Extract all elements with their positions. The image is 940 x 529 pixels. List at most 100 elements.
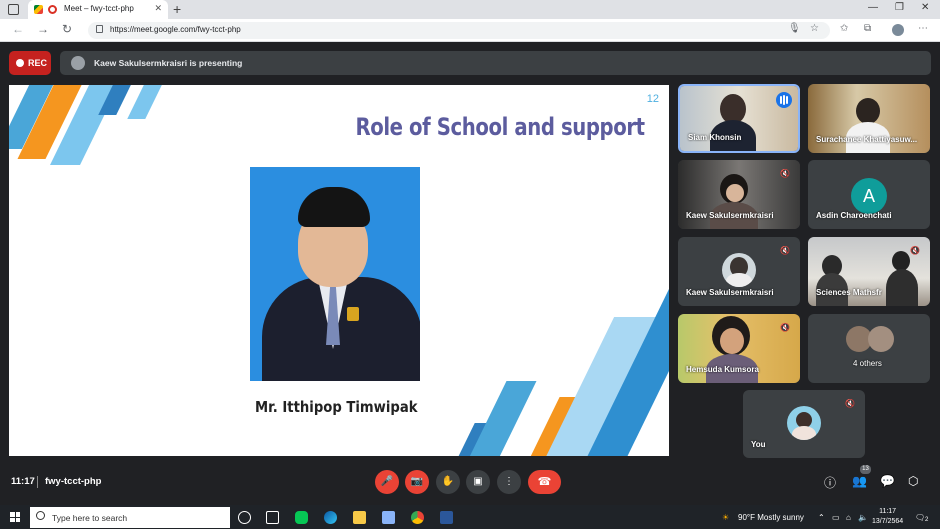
participant-name: Kaew Sakulsermkraisri — [686, 211, 774, 220]
collections-icon[interactable]: ⧉ — [864, 23, 871, 34]
task-view-icon[interactable] — [266, 511, 279, 524]
others-count: 4 others — [853, 359, 882, 368]
slide-title: Role of School and support — [355, 113, 646, 141]
participant-initial-avatar: A — [851, 178, 887, 214]
line-app-icon[interactable] — [295, 511, 308, 524]
muted-mic-icon: 🔇 — [780, 169, 790, 178]
participant-name: Sciences Mathsfr — [816, 288, 882, 297]
clock-date: 13/7/2564 — [872, 518, 904, 525]
weather-icon[interactable]: ☀ — [722, 513, 729, 522]
network-icon[interactable]: ⌂ — [846, 513, 851, 522]
people-count-badge: 13 — [860, 465, 871, 474]
meeting-time: 11:17 — [11, 476, 35, 487]
word-icon[interactable] — [440, 511, 453, 524]
notifications-icon[interactable]: 🗨 — [915, 513, 925, 522]
chrome-icon[interactable] — [411, 511, 424, 524]
window-menu-icon[interactable] — [8, 4, 19, 15]
participant-name: Asdin Charoenchati — [816, 211, 892, 220]
weather-text[interactable]: 90°F Mostly sunny — [738, 513, 804, 522]
more-options-button[interactable]: ⋮ — [497, 470, 521, 494]
address-bar[interactable]: https://meet.google.com/fwy-tcct-php 🎙 ☆ — [88, 22, 830, 39]
others-tile[interactable]: 4 others — [808, 314, 930, 383]
presenting-banner: Kaew Sakulsermkraisri is presenting — [60, 51, 931, 75]
rec-dot-icon — [16, 59, 24, 67]
divider — [37, 476, 38, 488]
reload-icon[interactable]: ↻ — [62, 22, 72, 36]
participant-name: Hemsuda Kumsora — [686, 365, 759, 374]
browser-tab[interactable]: Meet – fwy-tcct-php ✕ — [28, 0, 168, 19]
participant-name: You — [751, 440, 766, 449]
decor-stripe — [127, 85, 165, 119]
decor-stripe — [467, 381, 537, 456]
search-placeholder: Type here to search — [52, 513, 128, 523]
camera-off-button[interactable]: 📷 — [405, 470, 429, 494]
file-explorer-icon[interactable] — [353, 511, 366, 524]
participant-name: Siam Khonsin — [688, 133, 742, 142]
recording-badge[interactable]: REC — [9, 51, 51, 75]
muted-mic-icon: 🔇 — [910, 246, 920, 255]
mic-off-button[interactable]: 🎤 — [375, 470, 399, 494]
cortana-icon[interactable] — [238, 511, 251, 524]
participant-avatar — [722, 253, 756, 287]
meeting-details-icon[interactable]: ⓘ — [824, 474, 836, 491]
more-menu-icon[interactable]: ⋯ — [918, 23, 928, 34]
edge-icon[interactable] — [324, 511, 337, 524]
tab-title: Meet – fwy-tcct-php — [64, 4, 134, 13]
meet-favicon-icon — [34, 5, 43, 14]
app-icon[interactable] — [382, 511, 395, 524]
mic-indicator-icon[interactable]: 🎙 — [788, 23, 801, 34]
participant-name: Kaew Sakulsermkraisri — [686, 288, 774, 297]
participant-tile[interactable]: Surachanee Khattiyasuw... — [808, 84, 930, 153]
slide-number: 12 — [646, 93, 659, 105]
new-tab-icon[interactable]: + — [173, 1, 181, 17]
window-close-icon[interactable]: ✕ — [921, 2, 929, 13]
recording-icon — [48, 5, 57, 14]
browser-toolbar: ← → ↻ https://meet.google.com/fwy-tcct-p… — [0, 19, 940, 42]
participant-tile[interactable]: 🔇 Sciences Mathsfr — [808, 237, 930, 306]
lock-icon — [96, 25, 103, 33]
activities-icon[interactable]: ⬡ — [908, 474, 918, 488]
volume-icon[interactable]: 🔈 — [858, 513, 868, 522]
tray-app-icon[interactable]: ▭ — [832, 513, 840, 522]
presenting-text: Kaew Sakulsermkraisri is presenting — [94, 58, 243, 68]
leave-call-button[interactable]: ☎ — [528, 470, 561, 494]
windows-taskbar: Type here to search ☀ 90°F Mostly sunny … — [0, 505, 940, 529]
forward-icon[interactable]: → — [37, 22, 49, 36]
meeting-code: fwy-tcct-php — [45, 476, 102, 487]
profile-avatar[interactable] — [892, 24, 904, 36]
chat-icon[interactable]: 💬 — [880, 474, 895, 488]
participant-tile[interactable]: 🔇 Kaew Sakulsermkraisri — [678, 160, 800, 229]
notification-count: 2 — [925, 517, 929, 523]
people-icon[interactable]: 👥 — [852, 474, 867, 488]
tab-close-icon[interactable]: ✕ — [154, 3, 162, 14]
url-text: https://meet.google.com/fwy-tcct-php — [110, 25, 241, 34]
participant-tile[interactable]: 🔇 Hemsuda Kumsora — [678, 314, 800, 383]
participant-tile[interactable]: Siam Khonsin — [678, 84, 800, 153]
self-tile[interactable]: 🔇 You — [743, 390, 865, 458]
presentation-slide: 12 Role of School and support Mr. Itthip… — [9, 85, 669, 456]
raise-hand-button[interactable]: ✋ — [436, 470, 460, 494]
participant-tile[interactable]: 🔇 Kaew Sakulsermkraisri — [678, 237, 800, 306]
tray-chevron-icon[interactable]: ⌃ — [818, 513, 825, 522]
clock-time: 11:17 — [879, 508, 897, 515]
favorite-star-icon[interactable]: ☆ — [810, 23, 819, 34]
back-icon[interactable]: ← — [12, 22, 24, 36]
muted-mic-icon: 🔇 — [845, 399, 855, 408]
muted-mic-icon: 🔇 — [780, 323, 790, 332]
participant-avatar — [868, 326, 894, 352]
minimize-icon[interactable]: — — [868, 2, 878, 13]
taskbar-search[interactable]: Type here to search — [30, 507, 230, 528]
portrait-photo — [250, 167, 420, 381]
participant-name: Surachanee Khattiyasuw... — [816, 135, 918, 144]
participant-tile[interactable]: A Asdin Charoenchati — [808, 160, 930, 229]
browser-tab-bar: Meet – fwy-tcct-php ✕ + — ❐ ✕ — [0, 0, 940, 19]
speaking-indicator-icon — [776, 92, 792, 108]
system-clock[interactable]: 11:17 13/7/2564 — [872, 507, 903, 527]
self-avatar — [787, 406, 821, 440]
present-screen-button[interactable]: ▣ — [466, 470, 490, 494]
slide-caption: Mr. Itthipop Timwipak — [255, 398, 418, 416]
rec-label: REC — [28, 58, 48, 68]
maximize-icon[interactable]: ❐ — [895, 2, 904, 13]
favorites-icon[interactable]: ✩ — [840, 23, 848, 34]
start-button[interactable] — [10, 512, 20, 522]
